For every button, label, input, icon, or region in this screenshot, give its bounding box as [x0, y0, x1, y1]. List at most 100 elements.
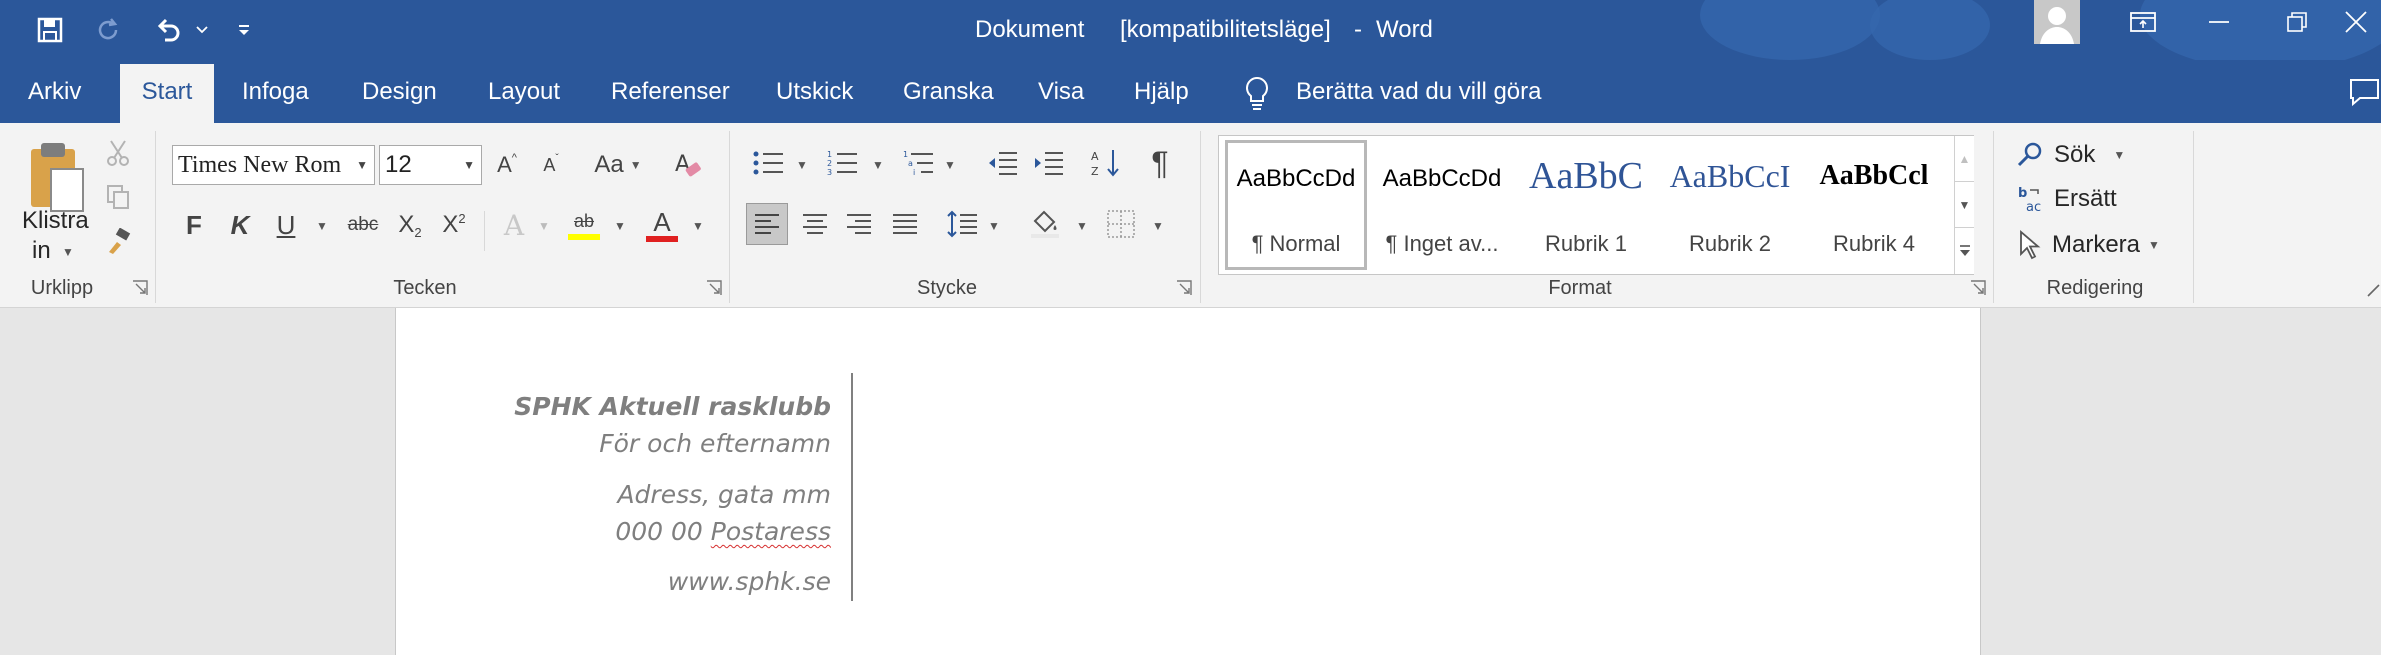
- redo-button[interactable]: [88, 10, 128, 50]
- increase-indent-button[interactable]: [1028, 143, 1068, 183]
- grow-font-button[interactable]: A ^: [490, 145, 524, 185]
- superscript-button[interactable]: X2: [436, 205, 472, 245]
- bullets-button[interactable]: [748, 143, 788, 183]
- paste-label-2[interactable]: in: [32, 237, 51, 265]
- doc-full-name[interactable]: För och efternamn: [599, 429, 831, 458]
- group-label-font: Tecken: [393, 277, 457, 299]
- highlighter-icon: ab: [573, 210, 595, 231]
- style-heading-1[interactable]: AaBbC Rubrik 1: [1515, 140, 1657, 270]
- text-effects-dropdown[interactable]: ▼: [538, 219, 550, 233]
- numbering-button[interactable]: 123: [822, 143, 862, 183]
- cut-button[interactable]: [102, 137, 134, 169]
- tell-me-search[interactable]: Berätta vad du vill göra: [1296, 60, 1541, 123]
- style-name: Rubrik 1: [1545, 231, 1627, 256]
- tab-start[interactable]: Start: [120, 64, 214, 123]
- close-button[interactable]: [2330, 0, 2381, 44]
- tab-design[interactable]: Design: [362, 60, 437, 123]
- find-button[interactable]: Sök ▼: [2016, 135, 2176, 175]
- clear-formatting-button[interactable]: A: [668, 145, 708, 185]
- tab-visa[interactable]: Visa: [1038, 60, 1084, 123]
- text-effects-button[interactable]: A: [494, 205, 534, 245]
- strikethrough-button[interactable]: abc: [340, 205, 386, 245]
- show-formatting-button[interactable]: ¶: [1140, 143, 1180, 183]
- paste-dropdown[interactable]: ▼: [62, 245, 74, 259]
- change-case-button[interactable]: Aa ▼: [586, 145, 650, 185]
- undo-dropdown[interactable]: [192, 10, 212, 50]
- sort-button[interactable]: AZ: [1086, 143, 1126, 183]
- minimize-button[interactable]: [2184, 0, 2254, 44]
- eraser-icon: A: [675, 152, 701, 177]
- paste-label[interactable]: Klistra: [22, 207, 89, 235]
- tab-utskick[interactable]: Utskick: [776, 60, 853, 123]
- shading-button[interactable]: [1024, 201, 1066, 245]
- highlight-dropdown[interactable]: ▼: [614, 219, 626, 233]
- tab-granska[interactable]: Granska: [903, 60, 994, 123]
- format-painter-button[interactable]: [102, 225, 134, 257]
- tab-infoga[interactable]: Infoga: [242, 60, 309, 123]
- doc-postal-line[interactable]: 000 00 Postaress: [615, 517, 831, 546]
- underline-dropdown[interactable]: ▼: [316, 219, 328, 233]
- subscript-button[interactable]: X2: [392, 205, 428, 245]
- align-center-button[interactable]: [794, 203, 836, 245]
- customize-qat-button[interactable]: [232, 10, 256, 50]
- restore-button[interactable]: [2262, 0, 2332, 44]
- replace-button[interactable]: b ac Ersätt: [2016, 179, 2176, 219]
- doc-website[interactable]: www.sphk.se: [668, 567, 831, 596]
- style-normal[interactable]: AaBbCcDd ¶ Normal: [1225, 140, 1367, 270]
- decrease-indent-button[interactable]: [982, 143, 1022, 183]
- svg-text:3: 3: [827, 168, 832, 177]
- select-button[interactable]: Markera ▼: [2016, 223, 2186, 267]
- shading-dropdown[interactable]: ▼: [1076, 219, 1088, 233]
- paragraph-dialog-launcher-icon[interactable]: [1176, 280, 1192, 296]
- multilevel-dropdown[interactable]: ▼: [944, 158, 956, 172]
- highlight-button[interactable]: ab: [562, 203, 606, 247]
- user-avatar[interactable]: [2034, 0, 2080, 44]
- underline-button[interactable]: U: [268, 205, 304, 245]
- ribbon-display-options-button[interactable]: [2108, 0, 2178, 44]
- undo-button[interactable]: [148, 10, 188, 50]
- line-spacing-dropdown[interactable]: ▼: [988, 219, 1000, 233]
- doc-club-name[interactable]: SPHK Aktuell rasklubb: [514, 392, 831, 421]
- gallery-scroll-down[interactable]: ▼: [1954, 181, 1974, 227]
- lightbulb-icon: [1242, 75, 1272, 111]
- shrink-font-button[interactable]: Aˇ: [534, 145, 568, 185]
- italic-button[interactable]: K: [222, 205, 258, 245]
- style-heading-4[interactable]: AaBbCcl Rubrik 4: [1803, 140, 1945, 270]
- tab-referenser[interactable]: Referenser: [611, 60, 730, 123]
- line-spacing-icon: [947, 210, 977, 238]
- numbering-dropdown[interactable]: ▼: [872, 158, 884, 172]
- align-right-button[interactable]: [838, 203, 880, 245]
- tab-hjalp[interactable]: Hjälp: [1134, 60, 1189, 123]
- save-icon: [37, 17, 63, 43]
- tab-arkiv[interactable]: Arkiv: [28, 60, 81, 123]
- align-left-button[interactable]: [746, 203, 788, 245]
- copy-button[interactable]: [102, 181, 134, 213]
- borders-button[interactable]: [1100, 203, 1142, 245]
- collapse-ribbon-icon[interactable]: [2366, 283, 2381, 298]
- style-no-spacing[interactable]: AaBbCcDd ¶ Inget av...: [1371, 140, 1513, 270]
- font-dialog-launcher-icon[interactable]: [706, 280, 722, 296]
- chevron-down-icon[interactable]: ▼: [463, 146, 475, 184]
- borders-dropdown[interactable]: ▼: [1152, 219, 1164, 233]
- cursor-arrow-icon: [2020, 230, 2041, 260]
- font-color-dropdown[interactable]: ▼: [692, 219, 704, 233]
- multilevel-list-button[interactable]: 1ai: [898, 143, 938, 183]
- comments-icon[interactable]: [2348, 76, 2381, 108]
- tab-layout[interactable]: Layout: [488, 60, 560, 123]
- font-color-button[interactable]: A: [640, 203, 684, 247]
- gallery-scroll-up[interactable]: ▲: [1954, 136, 1974, 181]
- doc-address[interactable]: Adress, gata mm: [617, 480, 831, 509]
- font-name-combo[interactable]: Times New Rom ▼: [172, 145, 375, 185]
- styles-dialog-launcher-icon[interactable]: [1970, 280, 1986, 296]
- bold-button[interactable]: F: [176, 205, 212, 245]
- justify-button[interactable]: [884, 203, 926, 245]
- gallery-more-button[interactable]: [1954, 227, 1974, 274]
- style-heading-2[interactable]: AaBbCcI Rubrik 2: [1659, 140, 1801, 270]
- bullets-dropdown[interactable]: ▼: [796, 158, 808, 172]
- clipboard-dialog-launcher-icon[interactable]: [132, 280, 148, 296]
- font-size-combo[interactable]: 12 ▼: [379, 145, 482, 185]
- document-page[interactable]: SPHK Aktuell rasklubb För och efternamn …: [395, 308, 1981, 655]
- chevron-down-icon[interactable]: ▼: [356, 146, 368, 184]
- line-spacing-button[interactable]: [942, 203, 982, 245]
- save-button[interactable]: [30, 10, 70, 50]
